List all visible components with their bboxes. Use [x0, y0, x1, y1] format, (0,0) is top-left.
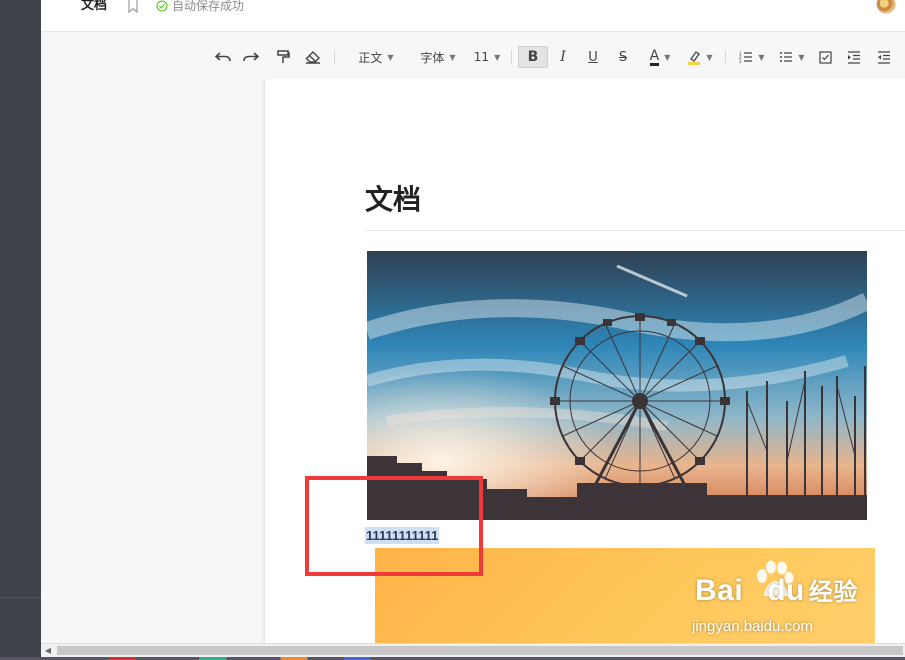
indent-button[interactable]: [845, 46, 863, 68]
bullet-list-icon: [780, 52, 793, 62]
annotation-highlight-box: [305, 476, 483, 576]
chevron-down-icon: ▼: [387, 52, 394, 62]
undo-icon: [214, 52, 231, 62]
left-sidebar: [0, 0, 41, 643]
outdent-icon: [878, 50, 890, 64]
font-color-button[interactable]: A ▼: [643, 46, 677, 68]
save-status: 自动保存成功: [156, 0, 244, 15]
chevron-down-icon: ▼: [664, 52, 671, 62]
check-circle-icon: [156, 0, 168, 12]
toolbar-divider: [334, 50, 335, 64]
format-painter-icon: [277, 50, 290, 63]
highlighter-icon: [688, 51, 701, 65]
scroll-left-arrow-icon[interactable]: ◀: [43, 646, 53, 656]
bookmark-icon[interactable]: [126, 0, 140, 14]
clear-format-button[interactable]: [303, 46, 323, 68]
horizontal-scrollbar[interactable]: ◀: [41, 643, 905, 657]
font-color-label: A: [649, 47, 660, 66]
eraser-icon: [305, 51, 320, 64]
highlight-color-button[interactable]: ▼: [683, 46, 717, 68]
document-heading[interactable]: 文档: [365, 178, 421, 218]
sidebar-bottom: [0, 643, 41, 657]
font-family-dropdown[interactable]: 字体 ▼: [415, 46, 461, 68]
format-painter-button[interactable]: [274, 46, 292, 68]
header-bar: 文档 自动保存成功: [41, 0, 905, 32]
undo-button[interactable]: [213, 46, 233, 68]
chevron-down-icon: ▼: [449, 52, 456, 62]
redo-icon: [243, 52, 260, 62]
chevron-down-icon: ▼: [758, 52, 765, 62]
checklist-button[interactable]: [816, 46, 834, 68]
redo-button[interactable]: [241, 46, 261, 68]
format-toolbar: 正文 ▼ 字体 ▼ 11 ▼ B I U S A ▼ ▼ 123 ▼ ▼: [41, 33, 905, 79]
paragraph-style-dropdown[interactable]: 正文 ▼: [351, 46, 401, 68]
bold-button[interactable]: B: [518, 46, 548, 68]
toolbar-divider: [511, 50, 512, 64]
indent-icon: [848, 50, 860, 64]
avatar[interactable]: [876, 0, 896, 14]
chevron-down-icon: ▼: [798, 52, 805, 62]
paragraph-style-label: 正文: [358, 50, 383, 65]
svg-text:3: 3: [739, 59, 742, 64]
bullet-list-button[interactable]: ▼: [775, 46, 809, 68]
sidebar-divider: [0, 597, 41, 598]
chevron-down-icon: ▼: [494, 52, 501, 62]
font-family-label: 字体: [420, 50, 445, 65]
italic-button[interactable]: I: [553, 46, 573, 68]
scrollbar-thumb[interactable]: [57, 646, 903, 655]
strikethrough-button[interactable]: S: [613, 46, 633, 68]
font-size-dropdown[interactable]: 11 ▼: [471, 46, 503, 68]
checkbox-icon: [818, 50, 832, 64]
doc-title[interactable]: 文档: [81, 0, 107, 15]
font-size-label: 11: [473, 50, 490, 64]
toolbar-divider: [725, 50, 726, 64]
ordered-list-button[interactable]: 123 ▼: [735, 46, 769, 68]
underline-button[interactable]: U: [583, 46, 603, 68]
save-status-text: 自动保存成功: [172, 0, 245, 13]
outdent-button[interactable]: [875, 46, 893, 68]
ordered-list-icon: 123: [739, 51, 753, 64]
chevron-down-icon: ▼: [706, 52, 713, 62]
heading-divider: [365, 230, 905, 231]
